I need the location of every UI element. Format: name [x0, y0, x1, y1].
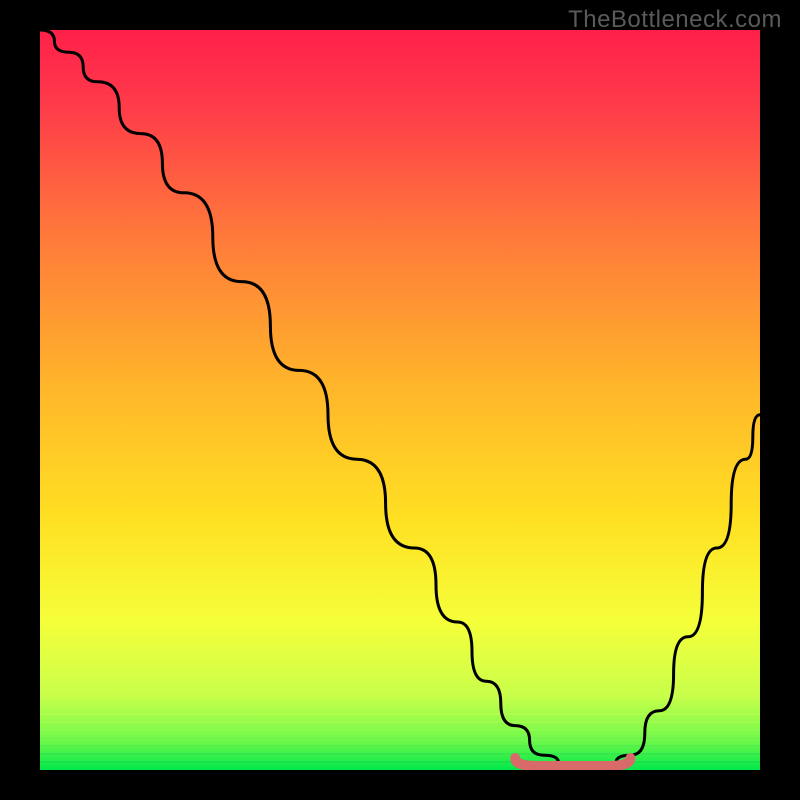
chart-frame: TheBottleneck.com — [0, 0, 800, 800]
bottom-striations — [40, 714, 760, 762]
gradient-background — [40, 30, 760, 770]
bottleneck-chart — [0, 0, 800, 800]
watermark-text: TheBottleneck.com — [568, 6, 782, 34]
